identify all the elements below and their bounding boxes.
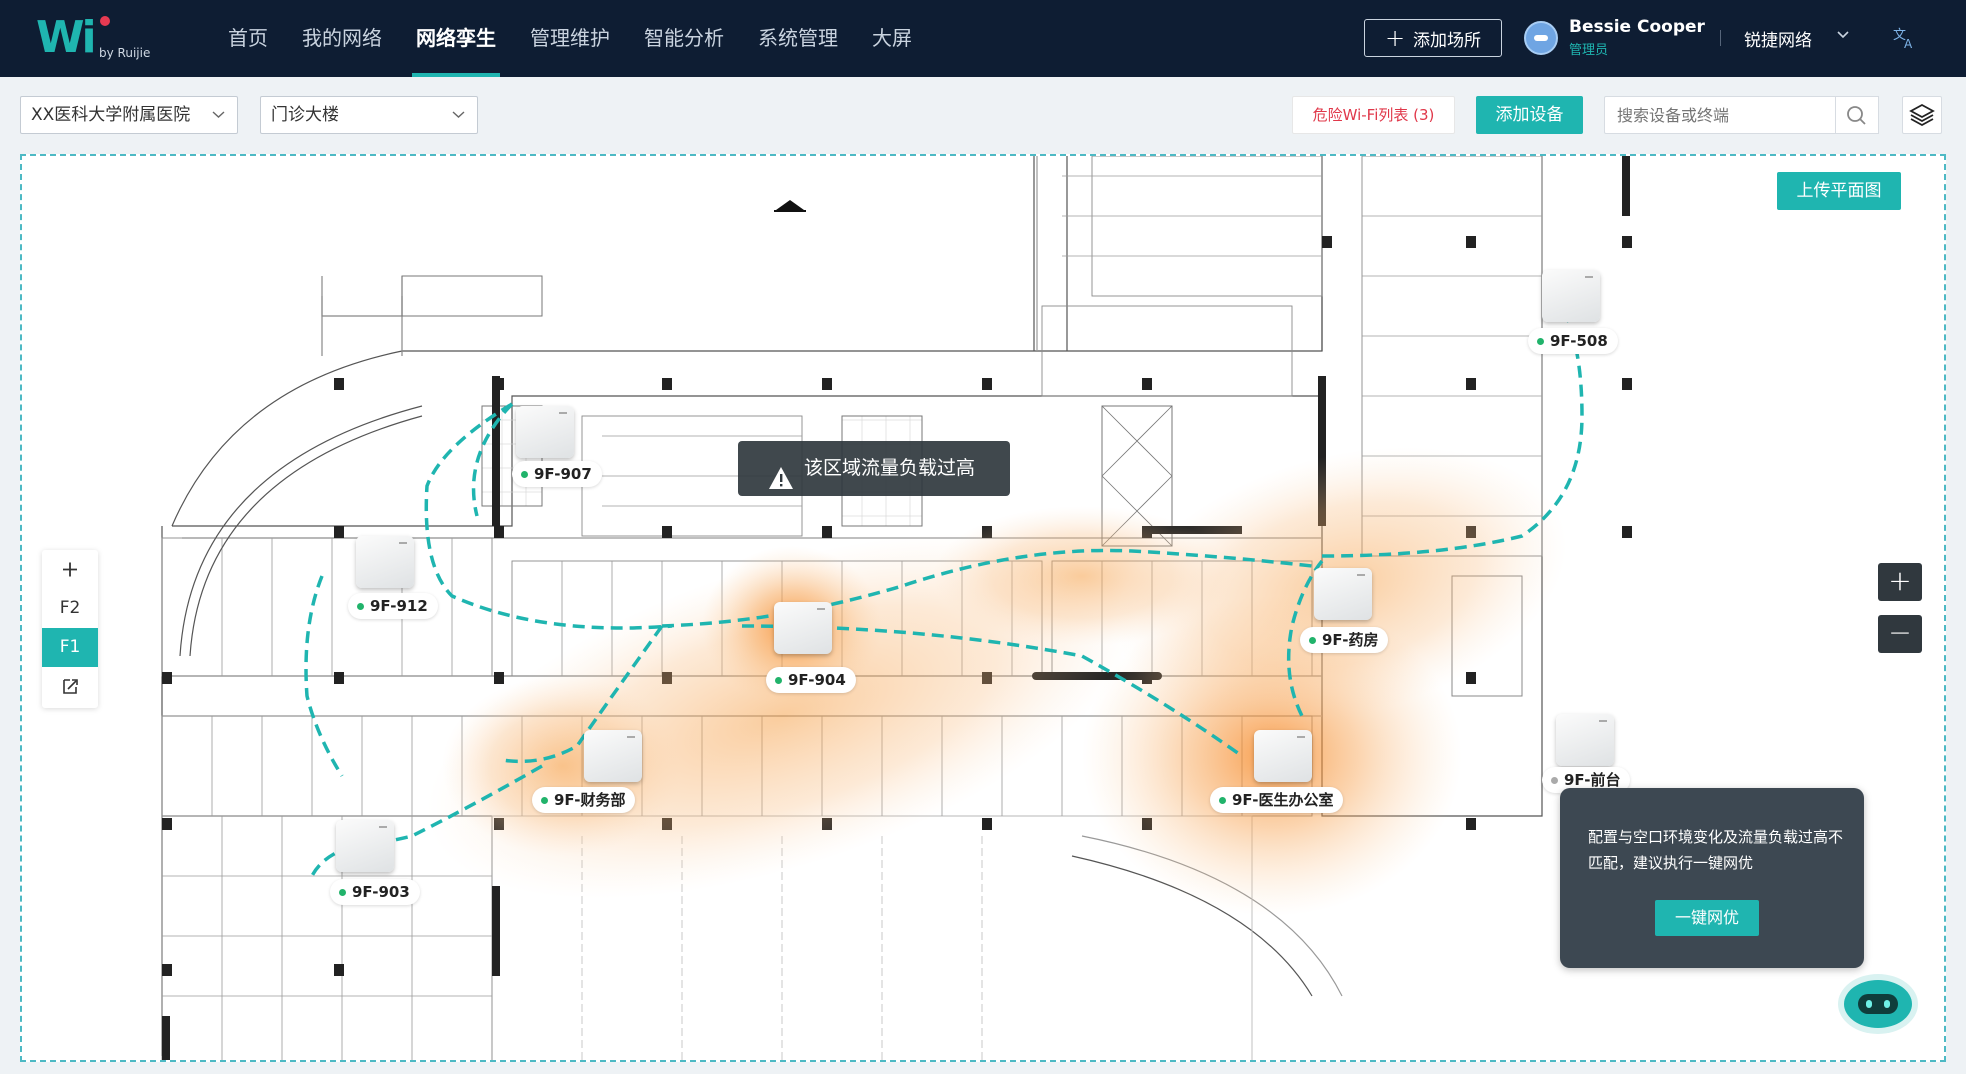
layers-button[interactable] bbox=[1902, 96, 1942, 134]
search-button[interactable] bbox=[1835, 96, 1879, 134]
ap-icon bbox=[1314, 568, 1372, 620]
floor-item-f1[interactable]: F1 bbox=[42, 628, 98, 667]
user-name: Bessie Cooper bbox=[1569, 17, 1705, 37]
assistant-bot-icon[interactable] bbox=[1844, 980, 1912, 1028]
user-avatar[interactable] bbox=[1524, 21, 1558, 55]
nav-network-twin[interactable]: 网络孪生 bbox=[402, 0, 510, 77]
search-icon bbox=[1847, 106, 1866, 125]
zoom-out-button[interactable]: − bbox=[1878, 615, 1922, 653]
nav-system[interactable]: 系统管理 bbox=[744, 0, 852, 77]
logo-dot bbox=[100, 16, 110, 26]
edit-floor-button[interactable] bbox=[42, 667, 98, 706]
ap-device[interactable] bbox=[1542, 270, 1600, 322]
ap-label-9f-doctor-office[interactable]: 9F-医生办公室 bbox=[1210, 787, 1344, 813]
chevron-down-icon[interactable] bbox=[1836, 28, 1850, 46]
ap-device[interactable] bbox=[584, 730, 642, 782]
add-site-label: 添加场所 bbox=[1413, 30, 1482, 51]
danger-wifi-list-button[interactable]: 危险Wi-Fi列表 (3) bbox=[1292, 96, 1455, 134]
floor-switcher: F2 F1 bbox=[42, 550, 98, 708]
building-select-value: 门诊大楼 bbox=[271, 105, 339, 125]
plus-icon bbox=[63, 562, 77, 577]
warning-icon bbox=[768, 457, 794, 512]
ap-device[interactable] bbox=[336, 820, 394, 872]
ap-icon bbox=[584, 730, 642, 782]
translate-icon[interactable]: 文A bbox=[1892, 24, 1918, 51]
svg-text:A: A bbox=[1904, 37, 1913, 50]
ap-label-9f-finance[interactable]: 9F-财务部 bbox=[532, 787, 636, 813]
zoom-in-button[interactable]: + bbox=[1878, 563, 1922, 601]
nav-home[interactable]: 首页 bbox=[214, 0, 282, 77]
ap-label-9f-907[interactable]: 9F-907 bbox=[512, 461, 602, 487]
site-select-value: XX医科大学附属医院 bbox=[31, 105, 191, 125]
ap-label-9f-903[interactable]: 9F-903 bbox=[330, 879, 420, 905]
upload-floorplan-button[interactable]: 上传平面图 bbox=[1777, 172, 1901, 210]
top-navigation-bar: Wi by Ruijie 首页 我的网络 网络孪生 管理维护 智能分析 系统管理… bbox=[0, 0, 1966, 77]
tip-text: 配置与空口环境变化及流量负载过高不匹配，建议执行一键网优 bbox=[1588, 828, 1844, 872]
main-nav: 首页 我的网络 网络孪生 管理维护 智能分析 系统管理 大屏 bbox=[214, 0, 932, 77]
one-click-optimize-button[interactable]: 一键网优 bbox=[1655, 900, 1759, 936]
add-floor-button[interactable] bbox=[42, 550, 98, 589]
nav-analytics[interactable]: 智能分析 bbox=[630, 0, 738, 77]
device-search bbox=[1604, 96, 1879, 134]
add-device-button[interactable]: 添加设备 bbox=[1476, 96, 1583, 134]
ap-device[interactable] bbox=[356, 536, 414, 588]
ap-label-9f-912[interactable]: 9F-912 bbox=[348, 593, 438, 619]
header-divider bbox=[1720, 30, 1721, 46]
ruijie-wi-logo[interactable]: Wi by Ruijie bbox=[36, 12, 166, 66]
org-switcher[interactable]: 锐捷网络 bbox=[1744, 26, 1812, 51]
ap-icon bbox=[356, 536, 414, 588]
nav-maintenance[interactable]: 管理维护 bbox=[516, 0, 624, 77]
add-site-button[interactable]: + 添加场所 bbox=[1364, 19, 1502, 57]
ap-label-9f-pharmacy[interactable]: 9F-药房 bbox=[1300, 627, 1389, 653]
alert-text: 该区域流量负载过高 bbox=[804, 457, 976, 479]
ap-icon bbox=[1542, 270, 1600, 322]
nav-big-screen[interactable]: 大屏 bbox=[858, 0, 926, 77]
plus-icon: + bbox=[1384, 24, 1406, 52]
ap-device[interactable] bbox=[1314, 568, 1372, 620]
user-role: 管理员 bbox=[1569, 43, 1609, 58]
nav-my-network[interactable]: 我的网络 bbox=[288, 0, 396, 77]
building-select[interactable]: 门诊大楼 bbox=[260, 96, 478, 134]
floor-item-f2[interactable]: F2 bbox=[42, 589, 98, 628]
ap-device[interactable] bbox=[1556, 714, 1614, 766]
ap-icon bbox=[774, 602, 832, 654]
ap-icon bbox=[516, 406, 574, 458]
layers-icon bbox=[1909, 103, 1935, 127]
chevron-down-icon bbox=[212, 97, 225, 148]
ap-device[interactable] bbox=[1254, 730, 1312, 782]
logo-text: Wi bbox=[36, 12, 97, 63]
site-select[interactable]: XX医科大学附属医院 bbox=[20, 96, 238, 134]
ap-label-9f-508[interactable]: 9F-508 bbox=[1528, 328, 1618, 354]
traffic-overload-alert: 该区域流量负载过高 bbox=[738, 441, 1010, 496]
optimization-tip-card: 配置与空口环境变化及流量负载过高不匹配，建议执行一键网优 一键网优 bbox=[1560, 788, 1864, 968]
ap-device[interactable] bbox=[516, 406, 574, 458]
chevron-down-icon bbox=[452, 97, 465, 148]
ap-device[interactable] bbox=[774, 602, 832, 654]
logo-subtitle: by Ruijie bbox=[99, 46, 151, 60]
edit-icon bbox=[63, 679, 78, 694]
ap-icon bbox=[336, 820, 394, 872]
ap-label-9f-904[interactable]: 9F-904 bbox=[766, 667, 856, 693]
search-input[interactable] bbox=[1605, 97, 1835, 133]
ap-icon bbox=[1556, 714, 1614, 766]
ap-icon bbox=[1254, 730, 1312, 782]
